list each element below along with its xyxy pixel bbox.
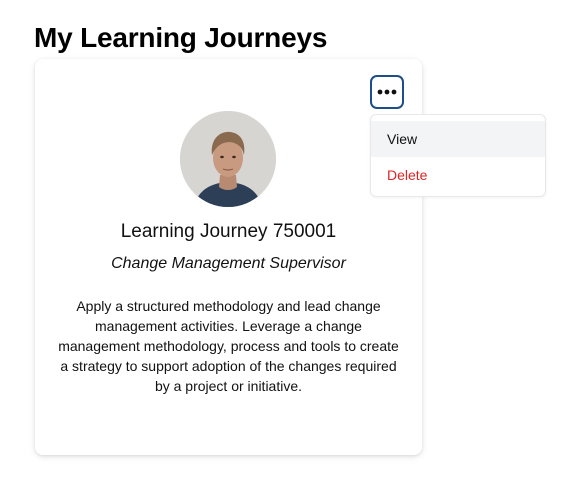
journey-role: Change Management Supervisor [111, 255, 346, 272]
avatar [180, 111, 276, 207]
journey-description: Apply a structured methodology and lead … [58, 298, 399, 394]
more-options-button[interactable] [370, 75, 404, 109]
delete-menu-item[interactable]: Delete [371, 157, 545, 193]
view-menu-item[interactable]: View [371, 121, 545, 157]
page-title: My Learning Journeys [34, 22, 328, 53]
options-dropdown-menu: View Delete [370, 114, 546, 197]
journey-title: Learning Journey 750001 [120, 221, 337, 242]
learning-journey-card: Learning Journey 750001 Change Managemen… [35, 59, 422, 455]
more-horizontal-icon [377, 89, 397, 95]
